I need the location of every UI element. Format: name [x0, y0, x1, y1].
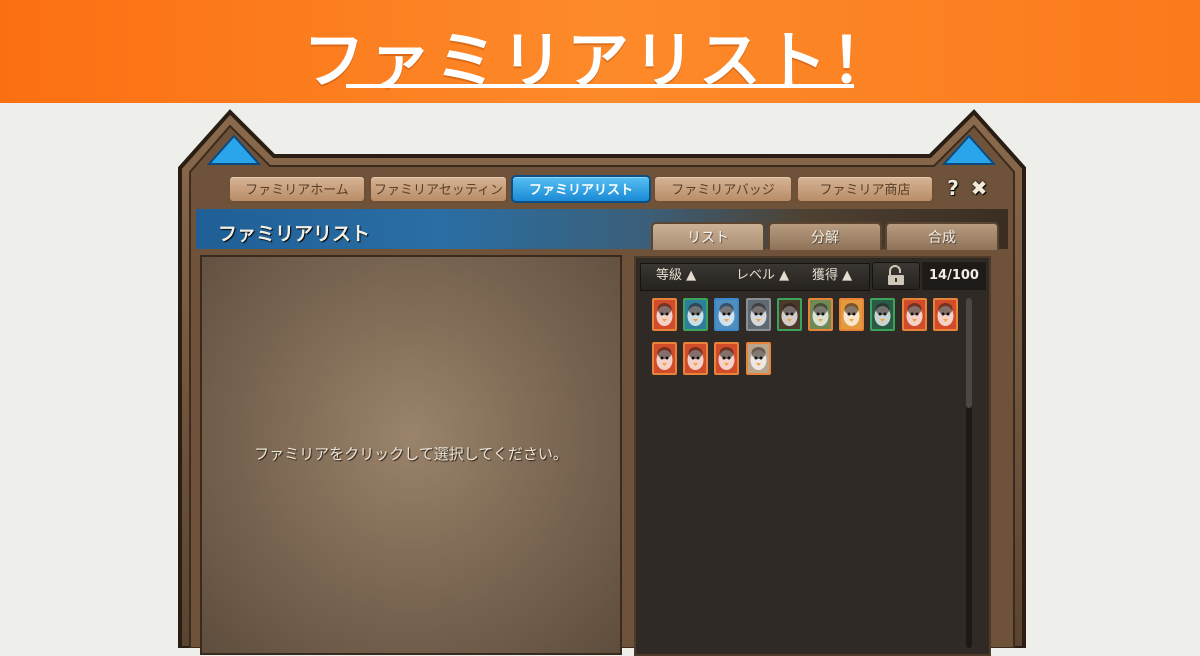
ear-triangle-icon — [942, 134, 996, 165]
tab-familiar-home[interactable]: ファミリアホーム — [228, 175, 366, 203]
familiar-penguin-icon[interactable] — [932, 298, 958, 331]
tab-fusion[interactable]: 合成 — [885, 222, 999, 250]
banner-underline — [346, 84, 854, 88]
tab-dismantle[interactable]: 分解 — [768, 222, 882, 250]
scrollbar-thumb[interactable] — [966, 298, 972, 408]
familiar-mushroom-icon[interactable] — [683, 298, 709, 331]
familiar-penguin-icon[interactable] — [714, 342, 740, 375]
familiar-penguin-icon[interactable] — [683, 342, 709, 375]
tab-list[interactable]: リスト — [651, 222, 765, 250]
sort-acquired-button[interactable]: 獲得 ▲ — [812, 263, 852, 289]
familiar-count: 14/100 — [922, 262, 986, 290]
page-title: ファミリアリスト — [218, 223, 371, 245]
familiar-zombie-icon[interactable] — [808, 298, 833, 331]
title-banner: ファミリアリスト！ — [0, 0, 1200, 103]
tab-familiar-setting[interactable]: ファミリアセッティング — [369, 175, 508, 226]
familiar-blue-penguin-icon[interactable] — [714, 298, 740, 331]
familiar-white-spirit-icon[interactable] — [745, 342, 771, 375]
help-icon[interactable]: ? — [942, 175, 964, 201]
close-icon[interactable]: ✖ — [968, 175, 990, 201]
lock-icon — [888, 265, 904, 285]
tab-familiar-shop[interactable]: ファミリア商店 — [796, 175, 934, 203]
lock-button[interactable] — [872, 262, 920, 290]
familiar-snail-icon[interactable] — [745, 298, 771, 331]
familiar-green-robot-icon[interactable] — [870, 298, 896, 331]
familiar-window: ファミリアホーム ファミリアセッティング ファミリアリスト ファミリアバッジ フ… — [178, 108, 1028, 656]
sort-grade-button[interactable]: 等級 ▲ — [656, 263, 696, 289]
familiar-penguin-icon[interactable] — [901, 298, 927, 331]
familiar-stump-icon[interactable] — [776, 298, 802, 331]
sort-level-button[interactable]: レベル ▲ — [736, 263, 789, 289]
tab-familiar-badge[interactable]: ファミリアバッジ — [653, 175, 793, 203]
select-hint-text: ファミリアをクリックして選択してください。 — [254, 445, 568, 463]
familiar-orange-mushroom-icon[interactable] — [839, 298, 865, 331]
familiar-penguin-icon[interactable] — [652, 342, 677, 375]
tab-familiar-list[interactable]: ファミリアリスト — [511, 175, 651, 203]
familiar-penguin-icon[interactable] — [652, 298, 677, 331]
ear-triangle-icon — [207, 134, 261, 165]
